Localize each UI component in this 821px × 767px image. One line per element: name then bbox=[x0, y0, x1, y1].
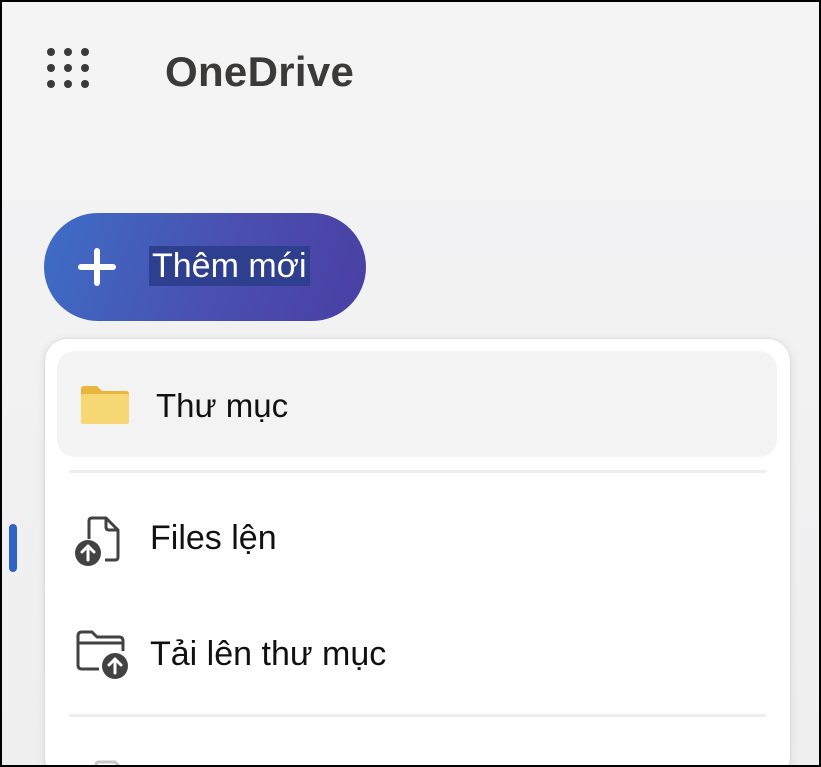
menu-divider bbox=[69, 714, 766, 717]
folder-upload-icon bbox=[76, 630, 128, 679]
menu-item-folder-label: Thư mục bbox=[156, 387, 289, 424]
menu-item-folder[interactable]: Thư mục bbox=[57, 351, 777, 457]
new-button-label: Thêm mới bbox=[149, 246, 310, 286]
plus-icon bbox=[78, 248, 116, 286]
app-launcher-waffle-icon[interactable] bbox=[42, 44, 94, 92]
menu-divider bbox=[69, 470, 766, 473]
new-button[interactable]: Thêm mới bbox=[44, 213, 366, 321]
file-upload-icon bbox=[75, 516, 120, 566]
menu-item-upload-files-label: Files lện bbox=[150, 519, 277, 557]
folder-icon bbox=[81, 386, 129, 424]
menu-item-upload-folder[interactable]: Tải lên thư mục bbox=[57, 601, 777, 711]
app-title: OneDrive bbox=[165, 48, 355, 95]
document-icon bbox=[94, 760, 121, 765]
new-menu-dropdown: Thư mục Files lện Tải lên thư mục bbox=[45, 339, 790, 765]
app-window: OneDrive Thêm mới Thư mục Files lện Tải … bbox=[0, 0, 821, 767]
menu-item-upload-files[interactable]: Files lện bbox=[57, 485, 777, 595]
menu-item-upload-folder-label: Tải lên thư mục bbox=[150, 635, 387, 673]
nav-active-indicator bbox=[9, 524, 17, 572]
